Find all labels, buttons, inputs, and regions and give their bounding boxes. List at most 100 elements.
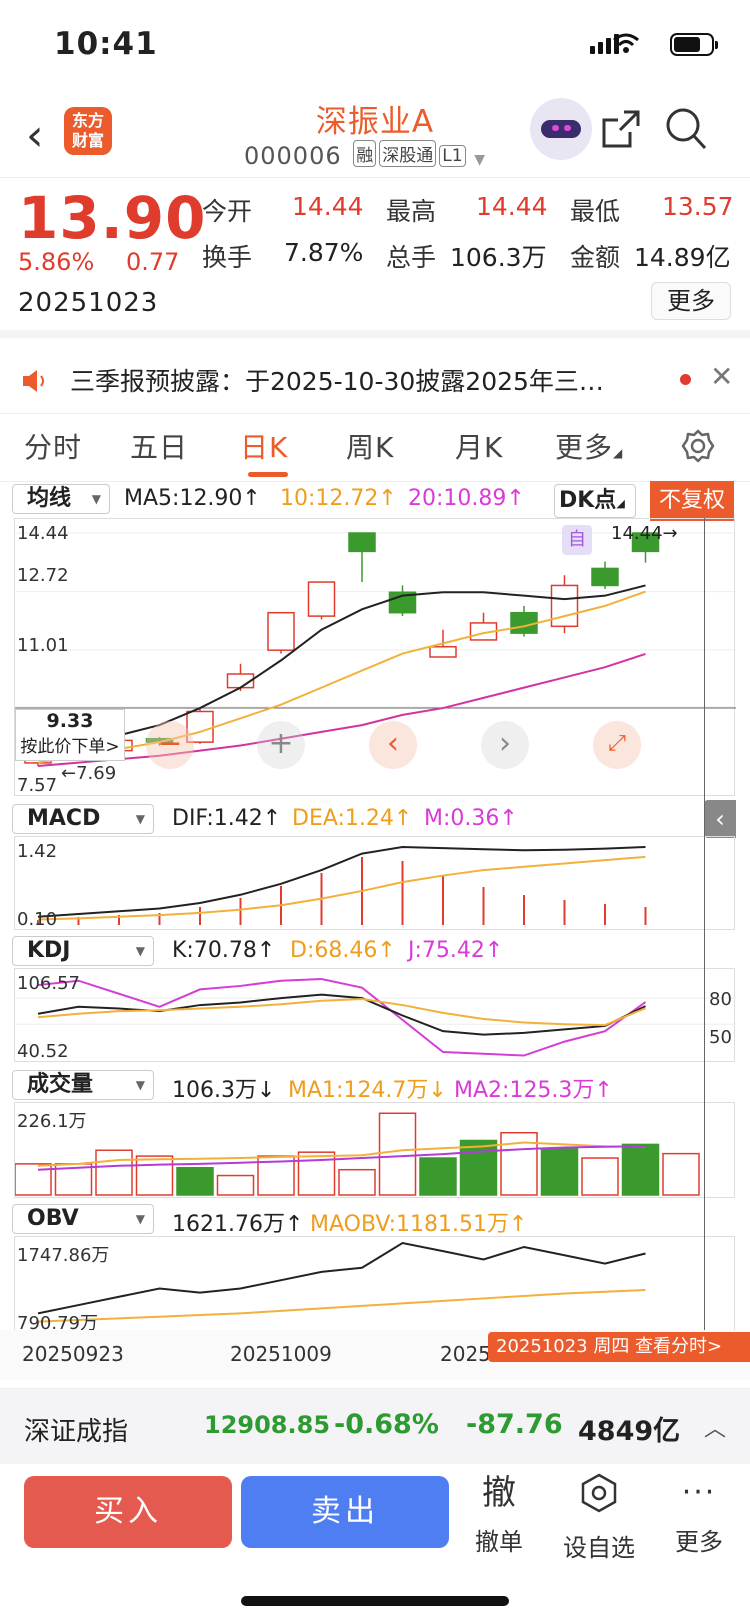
margin-tag: 融 — [353, 140, 377, 167]
macd-select[interactable]: MACD ▼ — [12, 804, 154, 834]
candle — [267, 611, 295, 651]
home-indicator — [241, 1596, 509, 1606]
wifi-icon — [613, 33, 639, 53]
index-amount: 4849亿 — [578, 1416, 681, 1447]
crosshair-line — [704, 518, 705, 1330]
announcement-bar[interactable]: 三季报预披露：于2025-10-30披露2025年三… ✕ — [0, 346, 750, 414]
candle — [591, 567, 619, 587]
quote-date: 20251023 — [18, 288, 159, 318]
low-marker: ←7.69 — [61, 763, 117, 784]
obv-line — [37, 1242, 646, 1315]
zoom-out-icon[interactable]: − — [146, 721, 194, 769]
level-tag: L1 — [439, 145, 466, 167]
tab-five-day[interactable]: 五日 — [130, 426, 188, 466]
y-label-3: 11.01 — [17, 635, 69, 656]
zoom-in-icon[interactable]: + — [257, 721, 305, 769]
high-marker: 14.44→ — [611, 523, 678, 544]
view-intraday-tip[interactable]: 20251023 周四 查看分时> — [488, 1332, 750, 1362]
change-percent: 5.86% — [18, 248, 95, 276]
obv-row: OBV ▼ 1621.76万↑ MAOBV:1181.51万↑ — [0, 1204, 750, 1238]
sell-button[interactable]: 卖出 — [241, 1476, 449, 1548]
open-value: 14.44 — [292, 192, 364, 221]
dk-point-button[interactable]: DK点◢ — [554, 484, 636, 518]
y-label-top: 14.44 — [17, 523, 69, 544]
settings-gear-icon[interactable] — [680, 428, 716, 464]
scroll-right-icon[interactable]: › — [481, 721, 529, 769]
kline-chart[interactable]: 14.44 12.72 11.01 7.57 9.33 按此价下单> ←7.69 … — [14, 518, 736, 796]
more-actions-button[interactable]: ··· 更多 — [659, 1472, 739, 1557]
candle — [429, 646, 457, 658]
share-icon[interactable] — [600, 108, 642, 150]
kdj-level-50: 50 — [709, 1027, 732, 1048]
high-label: 最高 — [386, 197, 437, 226]
index-ticker[interactable]: 深证成指 12908.85 -0.68% -87.76 4849亿 ︿ — [0, 1388, 750, 1464]
close-icon[interactable]: ✕ — [710, 360, 733, 393]
connect-tag: 深股通 — [379, 140, 437, 167]
y-label-bottom: 7.57 — [17, 775, 58, 796]
candle — [510, 611, 538, 634]
obv-chart[interactable]: 1747.86万 790.79万 — [14, 1236, 735, 1334]
quote-panel: 13.90 5.86% 0.77 20251023 今开 14.44 最高 14… — [0, 178, 750, 338]
period-tabs: 分时 五日 日K 周K 月K 更多◢ — [0, 414, 750, 482]
stock-code[interactable]: 000006 融深股通 L1 ▼ — [244, 140, 486, 170]
add-watchlist-button[interactable]: 设自选 — [559, 1472, 639, 1563]
macd-m: M:0.36↑ — [424, 806, 518, 831]
tab-monthly-k[interactable]: 月K — [455, 426, 503, 466]
macd-chart[interactable]: 1.42 0.10 — [14, 836, 735, 930]
ma10-value: 10:12.72↑ — [280, 486, 397, 511]
candle — [307, 581, 336, 617]
turnover-value: 7.87% — [284, 238, 364, 267]
index-percent: -0.68% — [334, 1409, 439, 1440]
cancel-order-button[interactable]: 撤 撤单 — [459, 1472, 539, 1557]
volume-ma2: MA2:125.3万↑ — [454, 1078, 613, 1103]
tab-intraday[interactable]: 分时 — [24, 426, 82, 466]
tab-daily-k[interactable]: 日K — [240, 426, 288, 466]
volume-select[interactable]: 成交量 ▼ — [12, 1070, 154, 1100]
stock-header: ‹ 东方 财富 深振业A 000006 融深股通 L1 ▼ — [0, 88, 750, 178]
macd-dea: DEA:1.24↑ — [292, 806, 413, 831]
speaker-icon — [23, 370, 44, 392]
volume-label: 总手 — [386, 243, 437, 272]
cancel-glyph-icon: 撤 — [482, 1473, 516, 1513]
scroll-left-icon[interactable]: ‹ — [369, 721, 417, 769]
last-price: 13.90 — [18, 184, 207, 252]
index-value: 12908.85 — [204, 1411, 331, 1439]
adjust-mode-button[interactable]: 不复权 — [650, 481, 734, 521]
ma20-value: 20:10.89↑ — [408, 486, 525, 511]
volume-ma1: MA1:124.7万↓ — [288, 1078, 447, 1103]
index-name: 深证成指 — [24, 1417, 129, 1447]
fullscreen-icon[interactable]: ⤢ — [593, 721, 641, 769]
cross-price-tag[interactable]: 9.33 按此价下单> — [15, 709, 125, 761]
dropdown-icon[interactable]: ▼ — [474, 152, 486, 168]
buy-button[interactable]: 买入 — [24, 1476, 232, 1548]
candle — [550, 584, 579, 628]
watchlist-mark[interactable]: 自 — [562, 525, 592, 555]
expand-icon[interactable]: ︿ — [704, 1411, 726, 1443]
volume-bar — [459, 1139, 498, 1196]
j-line — [37, 977, 647, 1057]
d-line — [37, 997, 646, 1027]
high-value: 14.44 — [476, 192, 548, 221]
obv-select[interactable]: OBV ▼ — [12, 1204, 154, 1234]
assistant-robot-icon[interactable] — [530, 98, 592, 160]
obv-value: 1621.76万↑ — [172, 1212, 304, 1237]
kdj-y-bottom: 40.52 — [17, 1041, 69, 1062]
watchlist-hex-icon — [581, 1473, 617, 1513]
volume-chart[interactable]: 226.1万 — [14, 1102, 735, 1198]
volume-bar — [135, 1155, 174, 1196]
y-label-2: 12.72 — [17, 565, 69, 586]
kdj-chart[interactable]: 106.57 40.52 80 50 — [14, 968, 736, 1062]
ma-select[interactable]: 均线 ▼ — [12, 484, 110, 514]
volume-bar — [95, 1149, 133, 1196]
more-dots-icon: ··· — [681, 1475, 717, 1510]
volume-row: 成交量 ▼ 106.3万↓ MA1:124.7万↓ MA2:125.3万↑ — [0, 1070, 750, 1104]
tab-weekly-k[interactable]: 周K — [346, 426, 394, 466]
tab-more[interactable]: 更多◢ — [555, 426, 623, 466]
macd-y-bottom: 0.10 — [17, 909, 58, 930]
battery-icon — [670, 33, 718, 56]
kdj-select[interactable]: KDJ ▼ — [12, 936, 154, 966]
ma5-value: MA5:12.90↑ — [124, 486, 261, 511]
search-icon[interactable] — [664, 106, 708, 152]
more-quote-button[interactable]: 更多 — [651, 282, 731, 320]
change-amount: 0.77 — [126, 248, 180, 276]
